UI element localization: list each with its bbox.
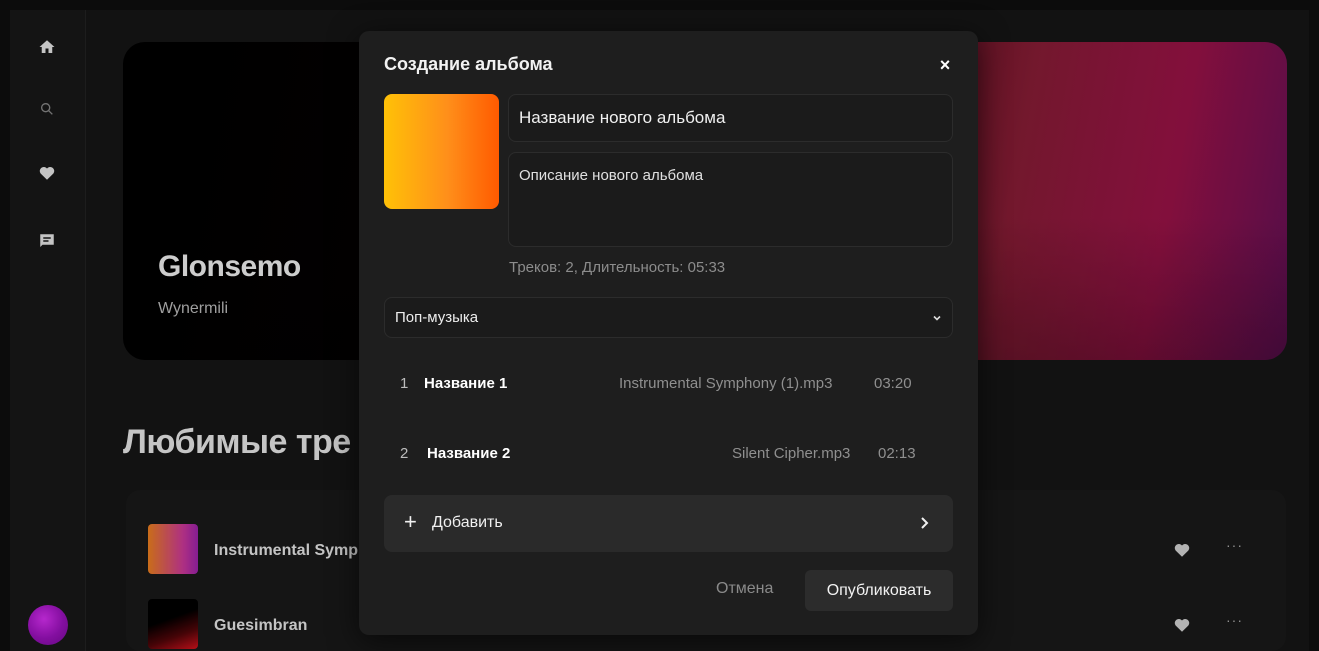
genre-select[interactable]: Поп-музыка xyxy=(384,297,953,338)
track-file: Instrumental Symphony (1).mp3 xyxy=(619,375,833,392)
track-title: Guesimbran xyxy=(214,617,308,634)
modal-title: Создание альбома xyxy=(384,54,553,74)
album-cover-picker[interactable] xyxy=(384,94,499,209)
track-row[interactable]: 1 Название 1 Instrumental Symphony (1).m… xyxy=(384,364,953,404)
track-row[interactable]: 2 Название 2 Silent Cipher.mp3 02:13 xyxy=(384,434,953,474)
search-icon[interactable] xyxy=(36,98,58,120)
track-title: Instrumental Symp xyxy=(214,542,359,559)
track-number: 1 xyxy=(400,375,409,392)
plus-icon: + xyxy=(404,509,417,534)
heart-icon[interactable] xyxy=(1173,541,1191,559)
close-icon[interactable]: × xyxy=(934,54,956,76)
chevron-right-icon xyxy=(919,516,929,530)
track-duration: 02:13 xyxy=(878,445,916,462)
more-icon[interactable]: ··· xyxy=(1226,612,1243,628)
publish-button[interactable]: Опубликовать xyxy=(805,570,953,611)
sidebar xyxy=(10,10,86,651)
artist-subtitle: Wynermili xyxy=(158,300,229,317)
track-number: 2 xyxy=(400,445,409,462)
track-cover xyxy=(148,599,198,649)
cancel-button[interactable]: Отмена xyxy=(716,580,773,598)
album-name-input[interactable]: Название нового альбома xyxy=(508,94,953,142)
track-name: Название 2 xyxy=(427,445,511,462)
favorites-title: Любимые тре xyxy=(123,423,351,461)
track-cover xyxy=(148,524,198,574)
heart-icon[interactable] xyxy=(36,162,58,184)
album-stats: Треков: 2, Длительность: 05:33 xyxy=(509,259,726,276)
track-file: Silent Cipher.mp3 xyxy=(732,445,851,462)
home-icon[interactable] xyxy=(36,36,58,58)
chat-icon[interactable] xyxy=(36,230,58,252)
create-album-modal: Создание альбома × Название нового альбо… xyxy=(359,31,978,635)
artist-name: Glonsemo xyxy=(158,250,301,283)
album-description-input[interactable]: Описание нового альбома xyxy=(508,152,953,247)
add-track-button[interactable]: + Добавить xyxy=(384,495,953,552)
add-track-label: Добавить xyxy=(432,514,503,531)
track-duration: 03:20 xyxy=(874,375,912,392)
heart-icon[interactable] xyxy=(1173,616,1191,634)
more-icon[interactable]: ··· xyxy=(1226,537,1243,553)
avatar[interactable] xyxy=(28,605,68,645)
genre-value: Поп-музыка xyxy=(395,309,479,326)
track-name: Название 1 xyxy=(424,375,508,392)
chevron-down-icon xyxy=(932,310,942,321)
